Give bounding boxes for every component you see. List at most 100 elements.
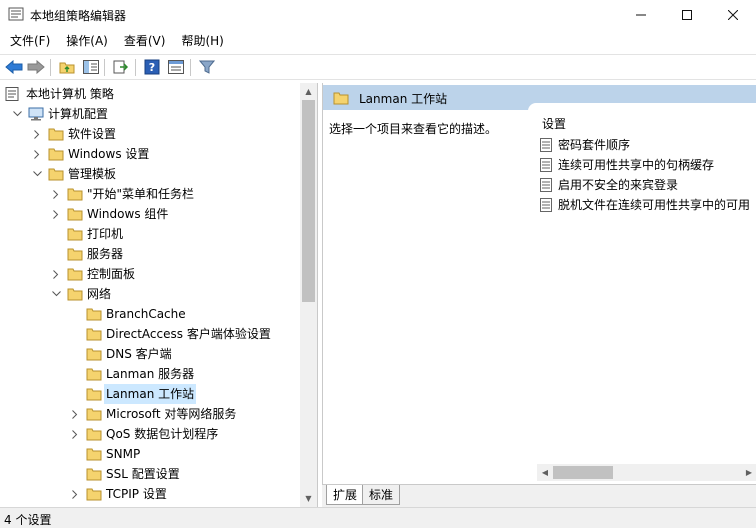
properties-button[interactable] — [166, 58, 186, 76]
tree-item[interactable]: BranchCache — [0, 304, 300, 324]
folder-icon — [86, 367, 102, 381]
menu-file[interactable]: 文件(F) — [0, 30, 58, 52]
folder-icon — [67, 207, 83, 221]
folder-icon — [67, 267, 83, 281]
tree-item[interactable]: Windows 设置 — [0, 144, 300, 164]
tree-item[interactable]: Windows 组件 — [0, 204, 300, 224]
close-icon — [728, 9, 738, 20]
scroll-down-arrow-icon[interactable]: ▼ — [300, 490, 317, 507]
scrollbar-thumb[interactable] — [302, 100, 315, 302]
show-hide-tree-button[interactable] — [81, 58, 101, 76]
tree-item-label: 本地计算机 策略 — [26, 87, 114, 101]
tree-item[interactable]: Lanman 服务器 — [0, 364, 300, 384]
properties-icon — [168, 60, 184, 74]
tree-item[interactable]: SSL 配置设置 — [0, 464, 300, 484]
scrollbar-thumb[interactable] — [553, 466, 613, 479]
tree-item[interactable]: 控制面板 — [0, 264, 300, 284]
status-text: 4 个设置 — [4, 513, 52, 527]
settings-horizontal-scrollbar[interactable]: ◀ ▶ — [537, 464, 756, 481]
back-button[interactable] — [4, 58, 24, 76]
tree-item-label: Lanman 服务器 — [106, 367, 195, 381]
tree-item[interactable]: QoS 数据包计划程序 — [0, 424, 300, 444]
folder-icon — [333, 91, 349, 105]
show-hide-tree-icon — [83, 60, 99, 74]
tree-item[interactable]: 本地计算机 策略 — [0, 84, 300, 104]
close-button[interactable] — [710, 0, 756, 29]
chevron-right-icon[interactable] — [51, 204, 61, 224]
settings-column-header[interactable]: 设置 — [542, 115, 566, 132]
chevron-right-icon[interactable] — [51, 184, 61, 204]
tree-item[interactable]: Microsoft 对等网络服务 — [0, 404, 300, 424]
menu-view[interactable]: 查看(V) — [116, 30, 174, 52]
tree-item-label: 计算机配置 — [48, 107, 109, 121]
tree-item[interactable]: 管理模板 — [0, 164, 300, 184]
minimize-icon — [636, 14, 646, 15]
tree-item[interactable]: 计算机配置 — [0, 104, 300, 124]
details-header-title: Lanman 工作站 — [359, 92, 448, 106]
chevron-right-icon[interactable] — [70, 404, 80, 424]
scroll-right-arrow-icon[interactable]: ▶ — [741, 464, 756, 481]
policy-icon — [4, 87, 20, 101]
export-list-icon — [113, 60, 129, 74]
status-bar: 4 个设置 — [0, 507, 756, 528]
computer-icon — [28, 107, 44, 121]
tree-item[interactable]: DNS 客户端 — [0, 344, 300, 364]
chevron-right-icon[interactable] — [32, 124, 42, 144]
tree-item[interactable]: DirectAccess 客户端体验设置 — [0, 324, 300, 344]
tree-item-label: BranchCache — [106, 307, 186, 321]
folder-icon — [86, 427, 102, 441]
folder-icon — [67, 247, 83, 261]
chevron-right-icon[interactable] — [70, 424, 80, 444]
chevron-right-icon[interactable] — [70, 484, 80, 504]
title-bar: 本地组策略编辑器 — [0, 0, 756, 29]
tree-item-label: 打印机 — [87, 227, 124, 241]
tree-item[interactable]: 打印机 — [0, 224, 300, 244]
scroll-left-arrow-icon[interactable]: ◀ — [537, 464, 553, 481]
folder-icon — [86, 307, 102, 321]
tree-item[interactable]: 网络 — [0, 284, 300, 304]
maximize-button[interactable] — [664, 0, 710, 29]
menu-help[interactable]: 帮助(H) — [173, 30, 231, 52]
tree-item-label: Lanman 工作站 — [104, 384, 197, 404]
folder-icon — [86, 467, 102, 481]
tree-item-label: Windows 组件 — [87, 207, 169, 221]
tree-item[interactable]: 服务器 — [0, 244, 300, 264]
tab-extended[interactable]: 扩展 — [326, 485, 365, 505]
chevron-right-icon[interactable] — [32, 144, 42, 164]
details-pane: Lanman 工作站 选择一个项目来查看它的描述。 设置 密码套件顺序 连续可用… — [322, 83, 756, 507]
up-folder-button[interactable] — [57, 58, 77, 76]
view-tabs: 扩展 标准 — [322, 484, 756, 507]
tree-vertical-scrollbar[interactable]: ▲ ▼ — [300, 83, 317, 507]
tree-item[interactable]: Lanman 工作站 — [0, 384, 300, 404]
tree-item[interactable]: "开始"菜单和任务栏 — [0, 184, 300, 204]
setting-label: 启用不安全的来宾登录 — [558, 178, 679, 192]
description-text: 选择一个项目来查看它的描述。 — [329, 122, 498, 136]
tree-item[interactable]: TCPIP 设置 — [0, 484, 300, 504]
tree-item-label: 服务器 — [87, 247, 124, 261]
filter-button[interactable] — [197, 58, 217, 76]
chevron-down-icon[interactable] — [12, 104, 22, 124]
policy-setting-icon — [540, 198, 552, 212]
menu-action[interactable]: 操作(A) — [58, 30, 116, 52]
tree-item-label: DirectAccess 客户端体验设置 — [106, 327, 271, 341]
tree-item-label: 管理模板 — [68, 167, 117, 181]
tree-item-label: QoS 数据包计划程序 — [106, 427, 219, 441]
minimize-button[interactable] — [618, 0, 664, 29]
policy-editor-app-icon — [8, 7, 24, 21]
tab-standard[interactable]: 标准 — [362, 485, 401, 505]
tree-item-label: 软件设置 — [68, 127, 117, 141]
policy-setting-icon — [540, 158, 552, 172]
tree-item-label: DNS 客户端 — [106, 347, 172, 361]
forward-button[interactable] — [26, 58, 46, 76]
setting-label: 脱机文件在连续可用性共享中的可用 — [558, 198, 751, 212]
chevron-down-icon[interactable] — [32, 164, 42, 184]
tree-item[interactable]: 软件设置 — [0, 124, 300, 144]
chevron-down-icon[interactable] — [51, 284, 61, 304]
toolbar: ? — [0, 54, 756, 80]
help-button[interactable]: ? — [142, 58, 162, 76]
export-list-button[interactable] — [111, 58, 131, 76]
tree-item[interactable]: SNMP — [0, 444, 300, 464]
scroll-up-arrow-icon[interactable]: ▲ — [300, 83, 317, 100]
back-arrow-icon — [5, 60, 23, 74]
chevron-right-icon[interactable] — [51, 264, 61, 284]
